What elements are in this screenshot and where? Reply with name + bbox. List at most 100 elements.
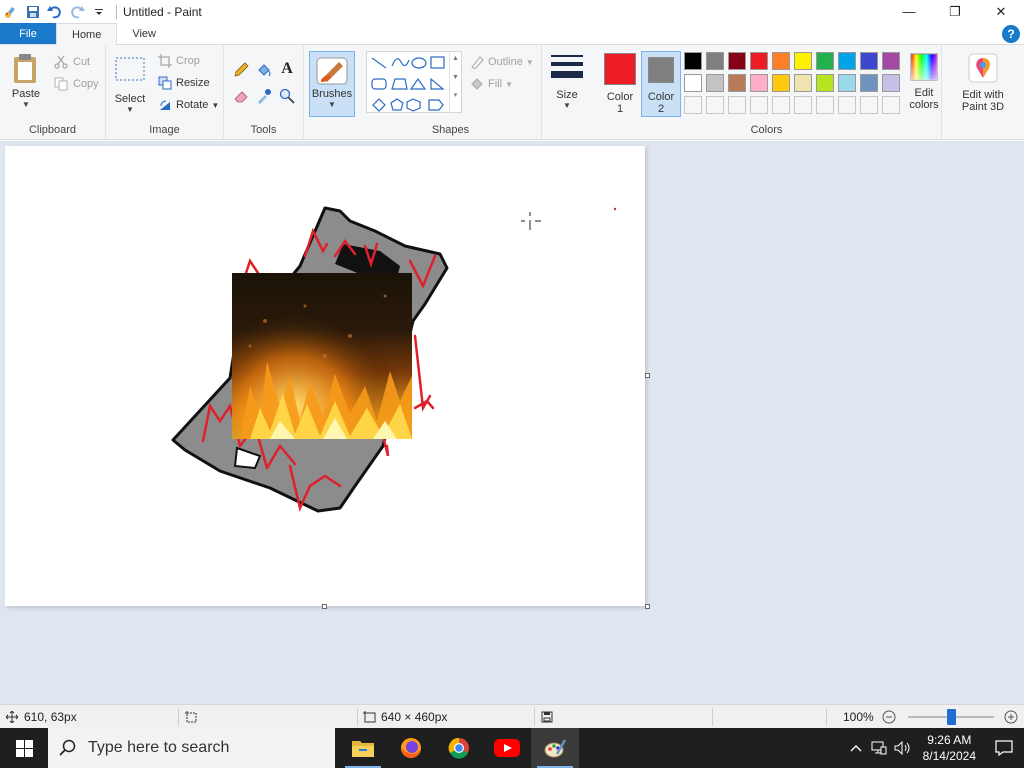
brushes-button[interactable]: Brushes ▼ bbox=[309, 51, 355, 117]
color1-button[interactable]: Color 1 bbox=[600, 51, 640, 117]
palette-swatch[interactable] bbox=[706, 74, 724, 92]
notifications-icon[interactable] bbox=[984, 740, 1024, 756]
cursor-position: 610, 63px bbox=[4, 705, 77, 729]
canvas-size: 640 × 460px bbox=[361, 705, 447, 729]
pencil-icon[interactable] bbox=[232, 61, 250, 79]
palette-custom-swatch[interactable] bbox=[882, 96, 900, 114]
palette-custom-swatch[interactable] bbox=[772, 96, 790, 114]
fill-button[interactable]: Fill ▼ bbox=[468, 74, 513, 94]
customize-qat-icon[interactable] bbox=[88, 1, 110, 23]
palette-swatch[interactable] bbox=[706, 52, 724, 70]
scroll-down-icon[interactable]: ▼ bbox=[450, 74, 461, 81]
palette-custom-swatch[interactable] bbox=[750, 96, 768, 114]
palette-custom-swatch[interactable] bbox=[860, 96, 878, 114]
palette-swatch[interactable] bbox=[838, 52, 856, 70]
palette-swatch[interactable] bbox=[860, 52, 878, 70]
palette-swatch[interactable] bbox=[838, 74, 856, 92]
shapes-gallery-scroll[interactable]: ▲ ▼ ▾ bbox=[449, 51, 461, 113]
start-button[interactable] bbox=[0, 728, 48, 768]
crop-icon bbox=[156, 54, 174, 68]
palette-custom-swatch[interactable] bbox=[816, 96, 834, 114]
tab-file[interactable]: File bbox=[0, 23, 56, 44]
fill-bucket-icon[interactable] bbox=[255, 61, 273, 79]
edit-colors-button[interactable]: Edit colors bbox=[904, 53, 944, 111]
color-picker-icon[interactable] bbox=[255, 87, 273, 105]
tab-home[interactable]: Home bbox=[56, 23, 118, 45]
show-hidden-icons-icon[interactable] bbox=[845, 744, 867, 752]
palette-custom-swatch[interactable] bbox=[794, 96, 812, 114]
palette-swatch[interactable] bbox=[794, 52, 812, 70]
palette-swatch[interactable] bbox=[728, 52, 746, 70]
color2-button[interactable]: Color 2 bbox=[641, 51, 681, 117]
taskbar-firefox[interactable] bbox=[387, 728, 435, 768]
save-icon[interactable] bbox=[22, 1, 44, 23]
canvas-resize-handle-bottom[interactable] bbox=[322, 604, 327, 609]
taskbar-search-box[interactable]: Type here to search bbox=[48, 728, 335, 768]
rotate-icon bbox=[156, 98, 174, 112]
clock-time: 9:26 AM bbox=[927, 733, 972, 747]
palette-swatch[interactable] bbox=[750, 74, 768, 92]
palette-custom-swatch[interactable] bbox=[706, 96, 724, 114]
status-divider bbox=[826, 708, 827, 726]
palette-swatch[interactable] bbox=[750, 52, 768, 70]
restore-button[interactable]: ❐ bbox=[932, 0, 978, 23]
text-tool-icon[interactable]: A bbox=[278, 59, 296, 79]
palette-swatch[interactable] bbox=[684, 52, 702, 70]
canvas-resize-handle-right[interactable] bbox=[645, 373, 650, 378]
palette-swatch[interactable] bbox=[816, 52, 834, 70]
size-button[interactable]: Size ▼ bbox=[549, 53, 585, 110]
taskbar-paint[interactable] bbox=[531, 728, 579, 768]
palette-custom-swatch[interactable] bbox=[728, 96, 746, 114]
palette-swatch[interactable] bbox=[860, 74, 878, 92]
palette-swatch[interactable] bbox=[772, 74, 790, 92]
palette-swatch[interactable] bbox=[772, 52, 790, 70]
outline-dropdown-icon: ▼ bbox=[525, 57, 534, 67]
undo-icon[interactable] bbox=[44, 1, 66, 23]
zoom-percent: 100% bbox=[843, 710, 874, 724]
drawing-canvas[interactable] bbox=[5, 146, 645, 606]
cut-button[interactable]: Cut bbox=[52, 52, 90, 72]
palette-custom-swatch[interactable] bbox=[684, 96, 702, 114]
canvas-resize-handle-corner[interactable] bbox=[645, 604, 650, 609]
zoom-slider[interactable] bbox=[908, 705, 994, 729]
palette-custom-swatch[interactable] bbox=[838, 96, 856, 114]
paint3d-label-2: Paint 3D bbox=[961, 101, 1005, 113]
canvas-size-icon bbox=[361, 710, 377, 724]
taskbar-file-explorer[interactable] bbox=[339, 728, 387, 768]
color2-swatch bbox=[648, 57, 674, 83]
expand-gallery-icon[interactable]: ▾ bbox=[450, 91, 461, 99]
taskbar-chrome[interactable] bbox=[435, 728, 483, 768]
volume-icon[interactable] bbox=[891, 741, 915, 755]
rotate-button[interactable]: Rotate ▼ bbox=[156, 95, 219, 115]
redo-icon[interactable] bbox=[66, 1, 88, 23]
tab-view[interactable]: View bbox=[117, 23, 171, 44]
paste-button[interactable]: Paste ▼ bbox=[6, 53, 46, 109]
palette-swatch[interactable] bbox=[882, 74, 900, 92]
paint-app-icon[interactable] bbox=[0, 1, 22, 23]
network-icon[interactable] bbox=[867, 741, 891, 755]
palette-swatch[interactable] bbox=[684, 74, 702, 92]
palette-swatch[interactable] bbox=[728, 74, 746, 92]
palette-swatch[interactable] bbox=[882, 52, 900, 70]
resize-button[interactable]: Resize bbox=[156, 73, 210, 93]
select-button[interactable]: Select ▼ bbox=[112, 55, 148, 114]
copy-button[interactable]: Copy bbox=[52, 74, 99, 94]
eraser-icon[interactable] bbox=[232, 87, 250, 105]
zoom-in-button[interactable] bbox=[1002, 705, 1020, 729]
zoom-out-button[interactable] bbox=[880, 705, 898, 729]
crop-button[interactable]: Crop bbox=[156, 51, 200, 71]
edit-with-paint3d-button[interactable]: Edit with Paint 3D bbox=[952, 53, 1014, 113]
palette-swatch[interactable] bbox=[816, 74, 834, 92]
scroll-up-icon[interactable]: ▲ bbox=[450, 55, 461, 62]
close-button[interactable]: ✕ bbox=[978, 0, 1024, 23]
help-icon[interactable]: ? bbox=[1002, 25, 1020, 43]
outline-button[interactable]: Outline ▼ bbox=[468, 52, 534, 72]
palette-swatch[interactable] bbox=[794, 74, 812, 92]
magnifier-icon[interactable] bbox=[278, 87, 296, 105]
taskbar-youtube[interactable] bbox=[483, 728, 531, 768]
taskbar-clock[interactable]: 9:26 AM 8/14/2024 bbox=[915, 732, 984, 764]
minimize-button[interactable]: — bbox=[886, 0, 932, 23]
line-size-icon bbox=[551, 53, 583, 81]
zoom-slider-thumb[interactable] bbox=[947, 709, 956, 725]
taskbar: Type here to search 9:26 AM 8/14/2024 bbox=[0, 728, 1024, 768]
